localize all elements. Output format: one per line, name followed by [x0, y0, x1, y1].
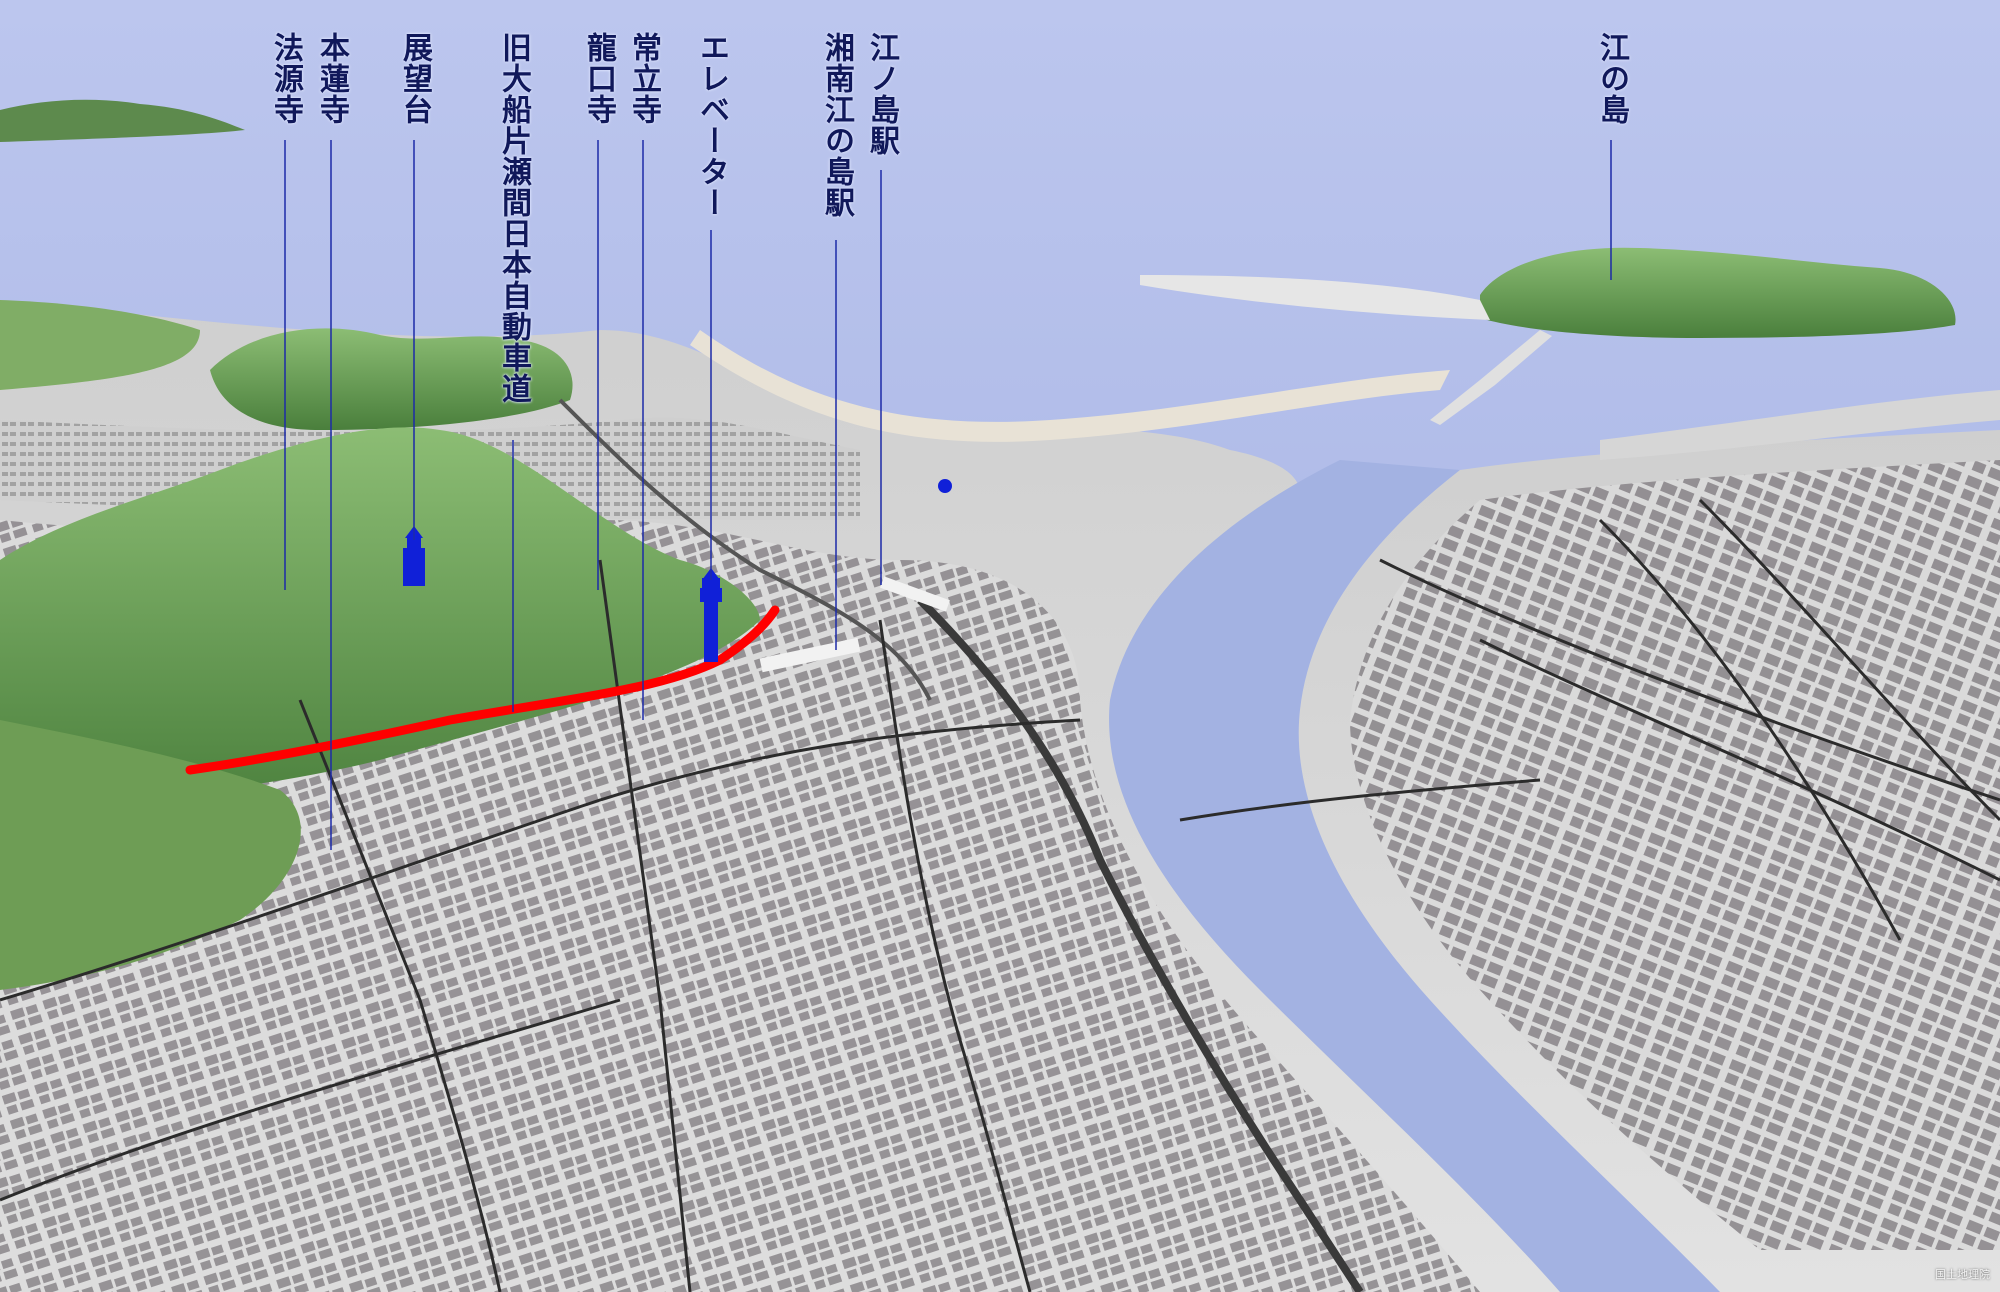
label-hogenji: 法源寺	[268, 32, 303, 125]
map-credit: 国土地理院	[1935, 1268, 1990, 1281]
label-joryuji: 常立寺	[626, 32, 661, 125]
label-enoshima: 江の島	[1594, 32, 1629, 125]
label-enoshima-station: 江ノ島駅	[864, 32, 899, 156]
label-ryukoji: 龍口寺	[581, 32, 616, 125]
map-view[interactable]	[0, 0, 2000, 1292]
label-shonan-enoshima-station: 湘南江の島駅	[819, 32, 854, 218]
label-elevator: エレベーター	[694, 32, 729, 218]
label-expressway: 旧大船片瀬間日本自動車道	[496, 32, 531, 404]
label-honrenji: 本蓮寺	[314, 32, 349, 125]
label-tenbodai: 展望台	[397, 32, 432, 125]
small-marker	[938, 479, 952, 493]
